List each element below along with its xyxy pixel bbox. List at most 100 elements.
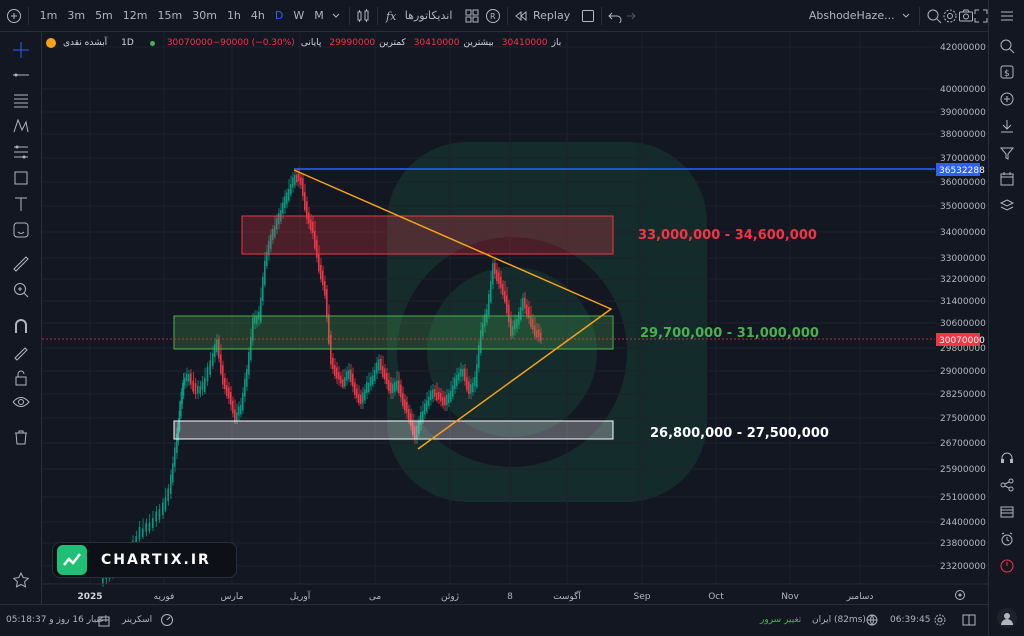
candle-body	[334, 365, 336, 376]
trend-line-icon[interactable]	[11, 65, 31, 85]
change-server-button[interactable]: تغییر سرور	[760, 615, 801, 625]
globe-icon[interactable]	[866, 614, 878, 629]
candle-body	[388, 380, 390, 391]
timeframe-m[interactable]: M	[309, 9, 329, 22]
alert-icon[interactable]: R	[485, 5, 501, 27]
text-icon[interactable]	[11, 194, 31, 214]
timeframe-1h[interactable]: 1h	[222, 9, 246, 22]
emoji-icon[interactable]	[11, 220, 31, 240]
layout-name[interactable]: AbshodeHaze...	[804, 9, 900, 22]
price-tick-label: 34000000	[940, 228, 986, 238]
crosshair-icon[interactable]	[11, 40, 31, 60]
undo-icon[interactable]	[608, 5, 622, 27]
headset-icon[interactable]	[997, 448, 1017, 468]
demand-zone[interactable]	[173, 420, 614, 440]
symbol-name[interactable]: آبشده نقدی	[63, 38, 107, 48]
candle-body	[424, 403, 426, 415]
divider	[377, 6, 378, 25]
candle-body	[288, 189, 290, 201]
dollar-icon[interactable]: $	[997, 62, 1017, 82]
timeframe-d[interactable]: D	[270, 9, 288, 22]
timeframe-30m[interactable]: 30m	[187, 9, 222, 22]
menu-icon[interactable]	[997, 6, 1017, 26]
drawing-mode-icon[interactable]	[11, 342, 31, 362]
screener-button[interactable]: اسکرینر	[122, 615, 152, 625]
redo-icon[interactable]	[622, 5, 636, 27]
price-tick-label: 26700000	[940, 439, 986, 449]
candle-body	[524, 297, 526, 309]
indicators-button[interactable]: اندیکاتورها	[400, 9, 458, 22]
templates-icon[interactable]	[465, 5, 479, 27]
geometric-shapes-icon[interactable]	[11, 168, 31, 188]
candle-body	[454, 378, 456, 389]
price-chart[interactable]: 33,000,000 - 34,600,000 29,700,000 - 31,…	[42, 32, 988, 604]
timeframe-4h[interactable]: 4h	[246, 9, 270, 22]
candle-type-icon[interactable]	[355, 5, 371, 27]
server-status: ایران (82ms)	[812, 615, 866, 625]
fullscreen-icon[interactable]	[974, 5, 988, 27]
timeframe-3m[interactable]: 3m	[62, 9, 90, 22]
price-axis[interactable]: 42000000 40000000 39000000 38000000 37000000…	[940, 43, 986, 572]
time-axis[interactable]: 2025 فوریه مارس آوریل می ژوئن 8 آگوست Sep Oct Nov د…	[77, 590, 873, 602]
resistance-zone[interactable]	[241, 215, 614, 255]
trash-icon[interactable]	[11, 427, 31, 447]
avatar[interactable]	[997, 608, 1017, 628]
ruler-icon[interactable]	[11, 254, 31, 274]
alarm-icon[interactable]	[997, 529, 1017, 549]
pattern-icon[interactable]	[11, 116, 31, 136]
calendar-icon[interactable]	[98, 615, 110, 630]
timeframe-1m[interactable]: 1m	[35, 9, 63, 22]
candle-body	[264, 260, 266, 285]
layers-icon[interactable]	[997, 196, 1017, 216]
candle-body	[201, 382, 204, 390]
candle-body	[152, 518, 154, 528]
magnet-icon[interactable]	[11, 316, 31, 336]
replay-button[interactable]: Replay	[528, 9, 575, 22]
chevron-down-icon[interactable]	[900, 5, 914, 27]
lock-icon[interactable]	[11, 368, 31, 388]
square-icon[interactable]	[581, 5, 595, 27]
calendar-icon[interactable]	[997, 169, 1017, 189]
screener-icon[interactable]	[160, 613, 174, 630]
filter-icon[interactable]	[997, 143, 1017, 163]
prediction-icon[interactable]	[11, 142, 31, 162]
price-tick-label: 24400000	[940, 518, 986, 528]
power-icon[interactable]	[997, 556, 1017, 576]
candle-body	[344, 377, 346, 387]
candle-body	[230, 392, 232, 405]
list-icon[interactable]	[997, 502, 1017, 522]
eye-icon[interactable]	[11, 392, 31, 412]
divider	[601, 6, 602, 25]
time-tick-label: می	[369, 592, 382, 602]
fib-icon[interactable]	[11, 90, 31, 110]
candle-body	[384, 368, 386, 380]
layout-icon[interactable]	[962, 614, 976, 629]
camera-icon[interactable]	[958, 5, 974, 27]
candle-body	[222, 365, 224, 385]
fx-icon[interactable]: fx	[384, 5, 400, 27]
star-icon[interactable]	[11, 570, 31, 590]
timeframe-5m[interactable]: 5m	[90, 9, 118, 22]
add-symbol-icon[interactable]	[6, 5, 22, 27]
chevron-down-icon[interactable]	[329, 5, 343, 27]
time-tick-label: فوریه	[154, 592, 175, 602]
timeframe-w[interactable]: W	[288, 9, 309, 22]
price-tick-label: 25900000	[940, 465, 986, 475]
candle-body	[434, 389, 436, 397]
support-zone[interactable]	[173, 315, 614, 350]
download-icon[interactable]	[997, 116, 1017, 136]
zoom-in-icon[interactable]	[11, 280, 31, 300]
candle-body	[342, 379, 344, 387]
timeframe-15m[interactable]: 15m	[153, 9, 188, 22]
quick-search-icon[interactable]	[926, 5, 942, 27]
search-icon[interactable]	[997, 36, 1017, 56]
chart-area[interactable]: 33,000,000 - 34,600,000 29,700,000 - 31,…	[42, 32, 988, 604]
settings-icon[interactable]	[934, 614, 946, 629]
watchlist-icon[interactable]	[997, 89, 1017, 109]
gear-icon[interactable]	[942, 5, 958, 27]
axis-settings-icon[interactable]	[955, 590, 965, 600]
share-icon[interactable]	[997, 475, 1017, 495]
replay-icon[interactable]	[514, 5, 528, 27]
time-tick-label: Sep	[634, 592, 651, 602]
timeframe-12m[interactable]: 12m	[118, 9, 153, 22]
